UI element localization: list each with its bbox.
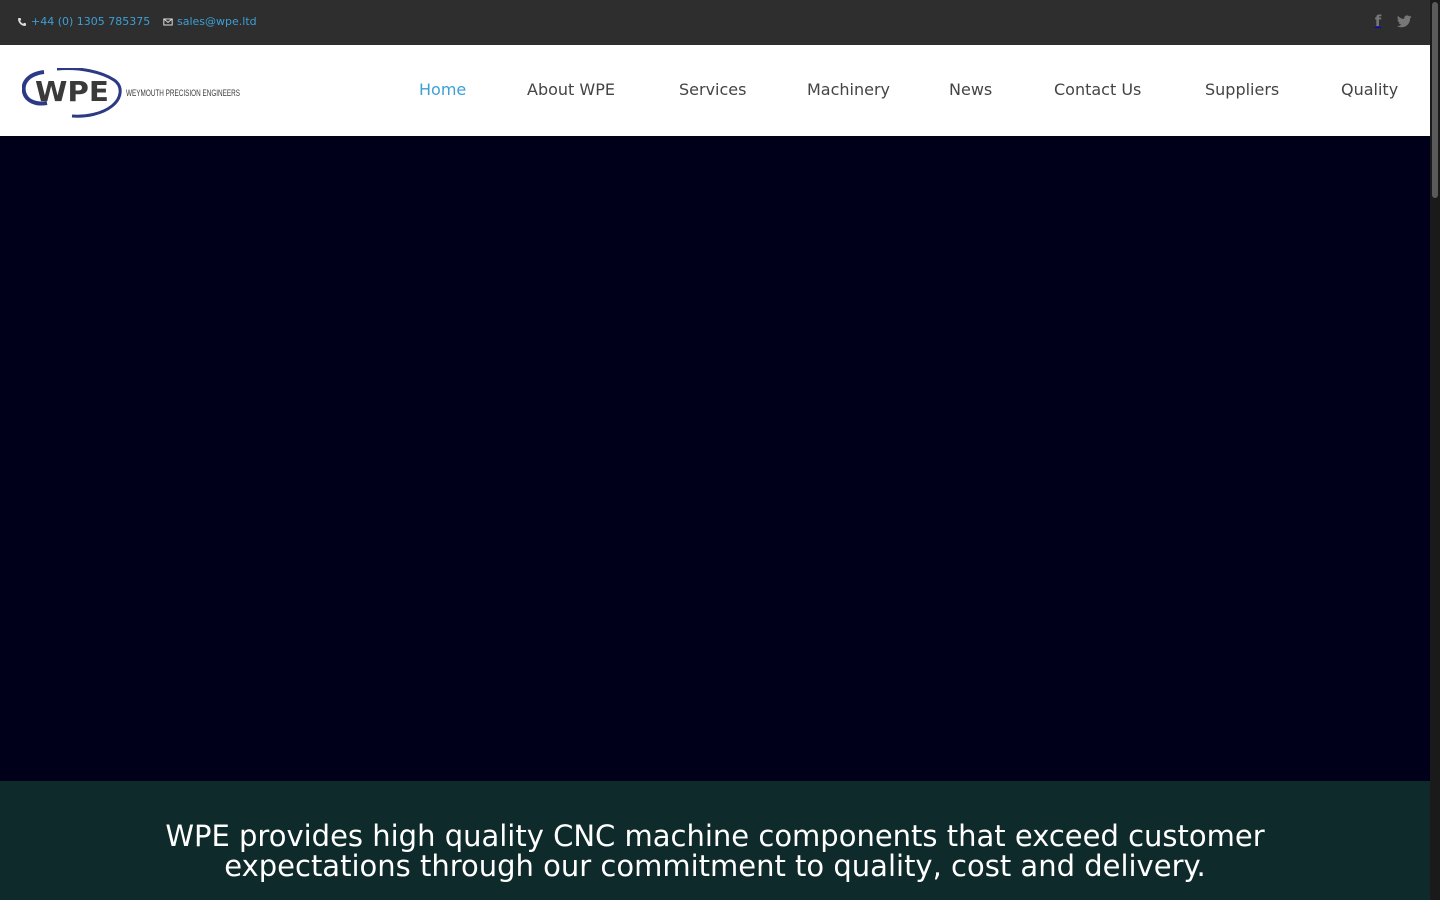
email-link[interactable]: sales@wpe.ltd [163, 15, 257, 28]
phone-number: +44 (0) 1305 785375 [31, 15, 151, 28]
scrollbar-thumb[interactable] [1432, 2, 1438, 198]
nav-suppliers[interactable]: Suppliers [1205, 80, 1279, 100]
facebook-glyph: f [1374, 12, 1382, 30]
twitter-icon[interactable] [1396, 12, 1412, 30]
hero-banner [0, 136, 1430, 781]
nav-home[interactable]: Home [419, 80, 466, 100]
page-scrollbar[interactable] [1430, 0, 1440, 900]
logo-mark: WPE WEYMOUTH PRECISION ENGINEERS [21, 67, 240, 118]
tagline-band: WPE provides high quality CNC machine co… [0, 781, 1430, 900]
mail-icon [163, 18, 173, 25]
facebook-icon[interactable]: f [1372, 12, 1384, 30]
tagline: WPE provides high quality CNC machine co… [40, 821, 1390, 881]
phone-link[interactable]: +44 (0) 1305 785375 [17, 15, 150, 28]
wpe-logo[interactable]: WPE WEYMOUTH PRECISION ENGINEERS [21, 67, 242, 118]
logo-company-name: WEYMOUTH PRECISION ENGINEERS [126, 88, 240, 98]
email-address: sales@wpe.ltd [177, 15, 257, 28]
tagline-line-1: WPE provides high quality CNC machine co… [165, 819, 1265, 853]
nav-quality[interactable]: Quality [1341, 80, 1398, 100]
site-header: WPE WEYMOUTH PRECISION ENGINEERS Home Ab… [0, 45, 1430, 136]
top-bar: +44 (0) 1305 785375 sales@wpe.ltd f [0, 0, 1430, 45]
tagline-line-2: expectations through our commitment to q… [224, 849, 1206, 883]
logo-wordmark: WPE [35, 75, 109, 108]
nav-services[interactable]: Services [679, 80, 746, 100]
nav-contact-us[interactable]: Contact Us [1054, 80, 1141, 100]
nav-about-wpe[interactable]: About WPE [527, 80, 615, 100]
phone-icon [18, 17, 26, 26]
nav-news[interactable]: News [949, 80, 992, 100]
page: +44 (0) 1305 785375 sales@wpe.ltd f WPE … [0, 0, 1430, 900]
twitter-bird-icon [1396, 14, 1412, 27]
nav-machinery[interactable]: Machinery [807, 80, 890, 100]
